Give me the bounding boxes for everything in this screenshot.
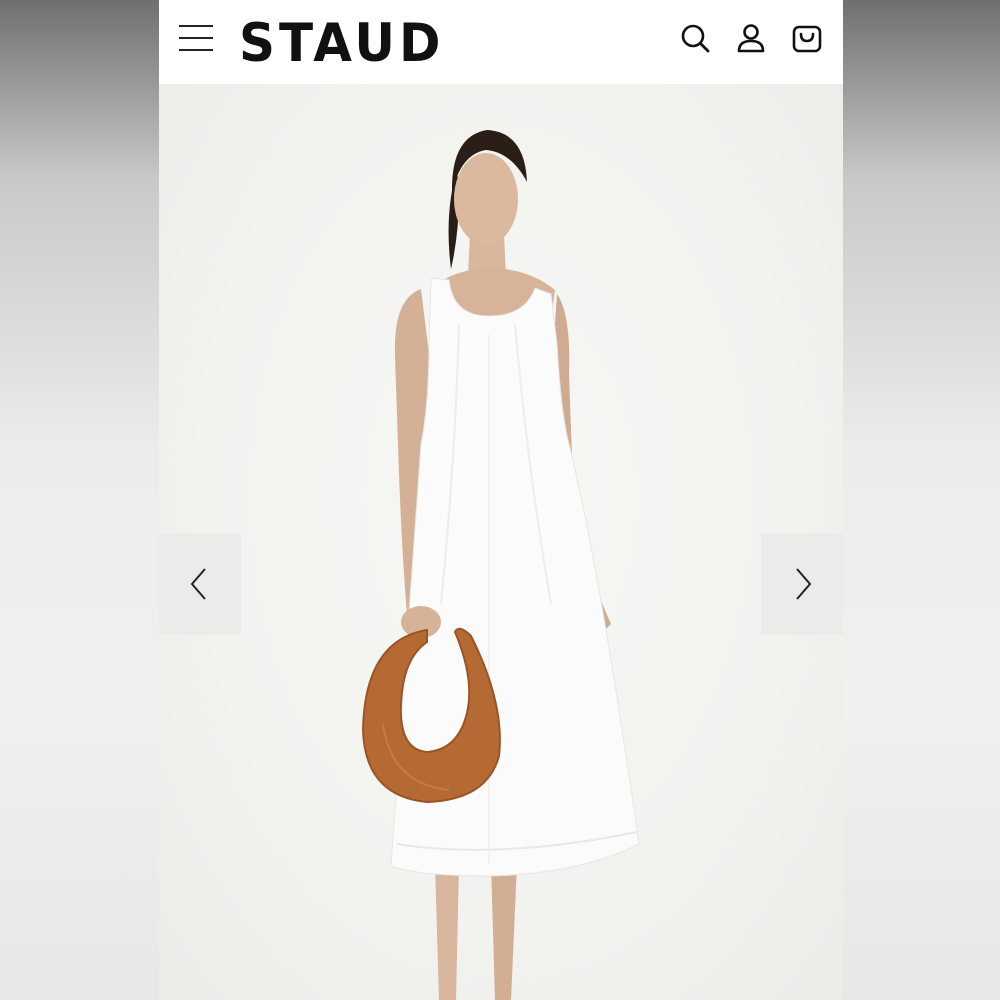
chevron-right-icon — [796, 568, 812, 600]
product-image[interactable] — [159, 84, 843, 1000]
account-icon[interactable] — [734, 20, 768, 56]
site-header: STAUD — [159, 0, 843, 84]
left-backdrop — [0, 0, 159, 1000]
next-image-button[interactable] — [761, 533, 843, 635]
shopping-bag-icon[interactable] — [790, 20, 824, 56]
hamburger-menu-icon[interactable] — [179, 22, 215, 54]
model-illustration — [361, 130, 640, 1000]
product-page: STAUD — [159, 0, 843, 1000]
search-icon[interactable] — [678, 20, 712, 56]
chevron-left-icon — [190, 568, 206, 600]
brand-logo[interactable]: STAUD — [239, 10, 445, 75]
right-backdrop — [843, 0, 1000, 1000]
previous-image-button[interactable] — [159, 533, 241, 635]
